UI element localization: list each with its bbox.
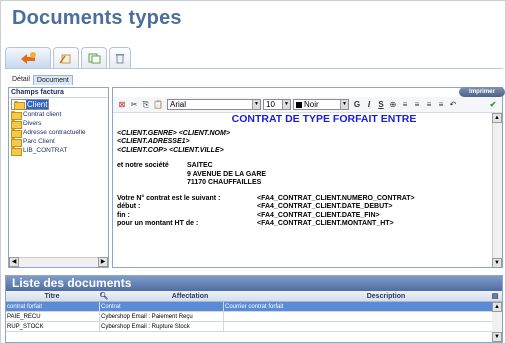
chevron-down-icon: ▼ bbox=[340, 100, 348, 109]
table-row[interactable]: PAIE_RECU Cybershop Email : Paiement Reç… bbox=[6, 312, 502, 322]
column-titre[interactable]: Titre bbox=[6, 291, 98, 301]
trash-icon bbox=[116, 54, 124, 64]
scroll-up-button[interactable]: ▲ bbox=[492, 302, 502, 312]
underline-button[interactable]: S bbox=[375, 100, 387, 109]
validate-check-icon[interactable]: ✔ bbox=[487, 100, 499, 109]
contract-block: Votre N° contrat est le suivant : <FA4_CO… bbox=[117, 194, 415, 228]
font-size-select[interactable]: 10 ▼ bbox=[263, 99, 291, 110]
documents-vertical-scrollbar[interactable]: ▲ ▼ bbox=[492, 302, 502, 342]
folder-icon bbox=[11, 147, 22, 156]
chevron-down-icon: ▼ bbox=[252, 100, 260, 109]
export-icon[interactable]: ▤ bbox=[490, 291, 500, 302]
duplicate-button[interactable] bbox=[81, 47, 107, 68]
client-block: <CLIENT.GENRE> <CLIENT.NOM> <CLIENT.ADRE… bbox=[117, 129, 230, 154]
folder-icon bbox=[11, 138, 22, 147]
tree-item-parc-client[interactable]: Parc Client bbox=[11, 137, 106, 147]
edit-button[interactable] bbox=[53, 47, 79, 68]
align-center-icon[interactable]: ≡ bbox=[411, 100, 423, 109]
align-right-icon[interactable]: ≡ bbox=[423, 100, 435, 109]
tab-detail[interactable]: Détail bbox=[9, 75, 33, 85]
folder-icon bbox=[11, 111, 22, 120]
documents-list-panel: Liste des documents Titre 🔍︎ Affectation… bbox=[5, 275, 503, 343]
detail-tabs: Détail Document bbox=[9, 75, 73, 85]
editor-vertical-scrollbar[interactable]: ▲ ▼ bbox=[492, 113, 502, 268]
chevron-down-icon: ▼ bbox=[282, 100, 290, 109]
italic-button[interactable]: I bbox=[363, 100, 375, 109]
toolbar bbox=[5, 45, 503, 69]
folder-icon bbox=[14, 101, 25, 110]
tree-item-lib-contrat[interactable]: LIB_CONTRAT bbox=[11, 146, 106, 156]
fields-panel: Champs factura Client Contrat client Div… bbox=[8, 87, 109, 268]
tree-item-adresse-contractuelle[interactable]: Adresse contractuelle bbox=[11, 128, 106, 138]
column-description[interactable]: Description bbox=[330, 291, 442, 301]
column-affectation[interactable]: Affectation bbox=[110, 291, 270, 301]
tree-item-contrat-client[interactable]: Contrat client bbox=[11, 110, 106, 120]
format-icon[interactable]: ⊠ bbox=[116, 100, 128, 109]
align-left-icon[interactable]: ≡ bbox=[399, 100, 411, 109]
folder-icon bbox=[11, 129, 22, 138]
scroll-left-button[interactable]: ◀ bbox=[9, 257, 19, 267]
strike-button[interactable]: ⊕ bbox=[387, 100, 399, 109]
scroll-right-button[interactable]: ▶ bbox=[98, 257, 108, 267]
editor-toolbar: ⊠ ✂ ⎘ 📋 Arial ▼ 10 ▼ Noir ▼ G I S ⊕ ≡ ≡ ≡ ≡… bbox=[113, 97, 502, 113]
document-body[interactable]: CONTRAT DE TYPE FORFAIT ENTRE <CLIENT.GE… bbox=[117, 113, 491, 258]
font-select[interactable]: Arial ▼ bbox=[167, 99, 261, 110]
new-document-button[interactable] bbox=[5, 47, 51, 68]
search-icon[interactable]: 🔍︎ bbox=[98, 291, 110, 301]
folder-icon bbox=[11, 120, 22, 129]
documents-list-title: Liste des documents bbox=[6, 276, 502, 291]
tab-document[interactable]: Document bbox=[32, 75, 73, 85]
scroll-down-button[interactable]: ▼ bbox=[492, 332, 502, 342]
copy-icon bbox=[88, 53, 101, 64]
copy-icon[interactable]: ⎘ bbox=[140, 100, 152, 110]
table-row[interactable]: RUP_STOCK Cybershop Email : Rupture Stoc… bbox=[6, 322, 502, 332]
print-button[interactable]: Imprimer bbox=[459, 87, 505, 97]
page-title: Documents types bbox=[12, 7, 182, 29]
document-title: CONTRAT DE TYPE FORFAIT ENTRE bbox=[231, 113, 417, 125]
table-row[interactable]: contrat forfait Contrat Courrier contrat… bbox=[6, 302, 502, 312]
company-block: et notre société SAITEC 9 AVENUE DE LA G… bbox=[117, 162, 267, 186]
paste-icon[interactable]: 📋 bbox=[152, 100, 164, 109]
scroll-up-button[interactable]: ▲ bbox=[492, 113, 502, 123]
color-select[interactable]: Noir ▼ bbox=[293, 99, 349, 110]
edit-icon bbox=[59, 54, 71, 64]
cut-icon[interactable]: ✂ bbox=[128, 100, 140, 109]
documents-table-header: Titre 🔍︎ Affectation Description ▤ bbox=[6, 291, 502, 302]
bold-button[interactable]: G bbox=[351, 100, 363, 109]
fields-panel-header: Champs factura bbox=[9, 88, 108, 98]
add-document-icon bbox=[21, 52, 36, 64]
tree-item-divers[interactable]: Divers bbox=[11, 119, 106, 129]
scroll-down-button[interactable]: ▼ bbox=[492, 258, 502, 268]
justify-icon[interactable]: ≡ bbox=[435, 100, 447, 109]
color-swatch bbox=[296, 101, 302, 108]
document-editor: Imprimer ⊠ ✂ ⎘ 📋 Arial ▼ 10 ▼ Noir ▼ G I S … bbox=[112, 87, 505, 268]
documents-types-window: Documents types Détail Document Champs f… bbox=[0, 0, 506, 344]
fields-horizontal-scrollbar[interactable]: ◀ ▶ bbox=[9, 257, 108, 267]
undo-icon[interactable]: ↶ bbox=[447, 100, 459, 109]
delete-button[interactable] bbox=[109, 47, 131, 68]
fields-tree: Client Contrat client Divers Adresse con… bbox=[9, 98, 108, 156]
tree-item-client[interactable]: Client bbox=[11, 99, 50, 110]
